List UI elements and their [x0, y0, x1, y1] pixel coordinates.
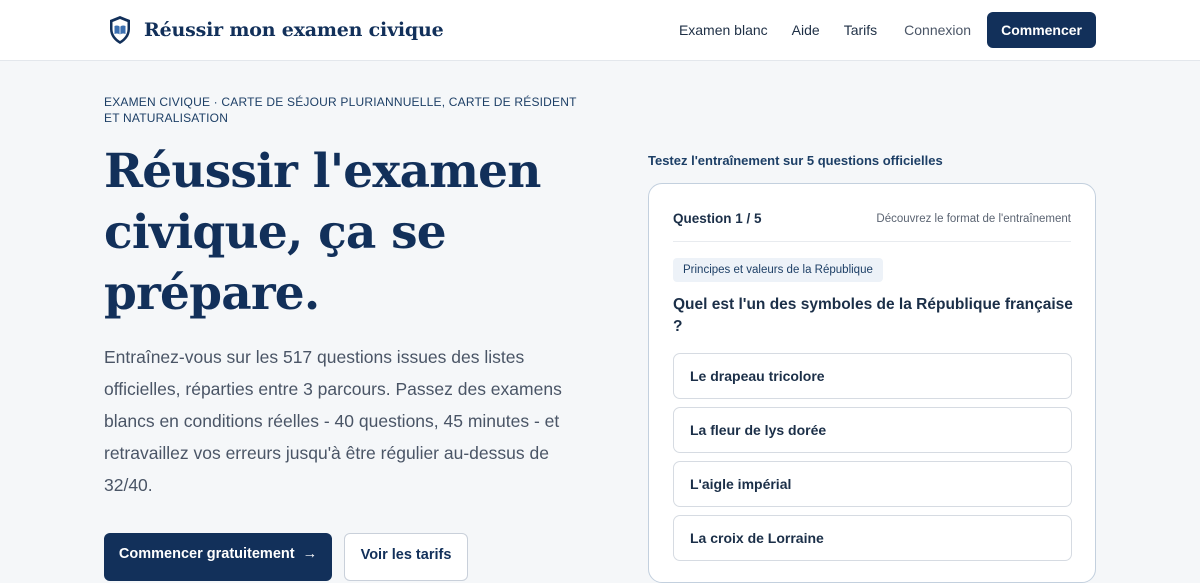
hero-kicker: EXAMEN CIVIQUE · CARTE DE SÉJOUR PLURIAN… [104, 95, 577, 125]
question-text: Quel est l'un des symboles de la Républi… [673, 296, 1073, 335]
answer-option-2[interactable]: La fleur de lys dorée [673, 407, 1072, 453]
answer-option-3[interactable]: L'aigle impérial [673, 461, 1072, 507]
nav-link-tarifs[interactable]: Tarifs [844, 22, 877, 38]
start-free-button[interactable]: Commencer gratuitement → [104, 533, 332, 581]
answer-option-1[interactable]: Le drapeau tricolore [673, 353, 1072, 399]
quiz-intro: Testez l'entraînement sur 5 questions of… [648, 153, 943, 168]
question-counter: Question 1 / 5 [673, 211, 762, 226]
quiz-card: Question 1 / 5 Découvrez le format de l'… [648, 183, 1096, 583]
hero-description: Entraînez-vous sur les 517 questions iss… [104, 347, 562, 495]
hero-title: Réussir l'examen civique, ça se prépare. [104, 144, 541, 321]
answer-option-4[interactable]: La croix de Lorraine [673, 515, 1072, 561]
arrow-right-icon: → [302, 546, 318, 562]
brand-name: Réussir mon examen civique [144, 19, 444, 41]
category-badge: Principes et valeurs de la République [673, 258, 883, 282]
answer-list: Le drapeau tricolore La fleur de lys dor… [673, 353, 1072, 569]
start-button[interactable]: Commencer [987, 12, 1096, 48]
nav-link-aide[interactable]: Aide [792, 22, 820, 38]
site-header: Réussir mon examen civique Examen blanc … [0, 0, 1200, 61]
nav-link-examen-blanc[interactable]: Examen blanc [679, 22, 768, 38]
quiz-header: Question 1 / 5 Découvrez le format de l'… [673, 208, 1071, 242]
main-nav: Examen blanc Aide Tarifs Connexion Comme… [679, 12, 1096, 48]
see-pricing-button[interactable]: Voir les tarifs [344, 533, 468, 581]
quiz-hint: Découvrez le format de l'entraînement [876, 213, 1071, 225]
login-link[interactable]: Connexion [904, 22, 971, 38]
shield-book-icon [108, 15, 132, 45]
start-free-label: Commencer gratuitement [118, 546, 295, 562]
brand-logo-link[interactable]: Réussir mon examen civique [108, 14, 444, 46]
